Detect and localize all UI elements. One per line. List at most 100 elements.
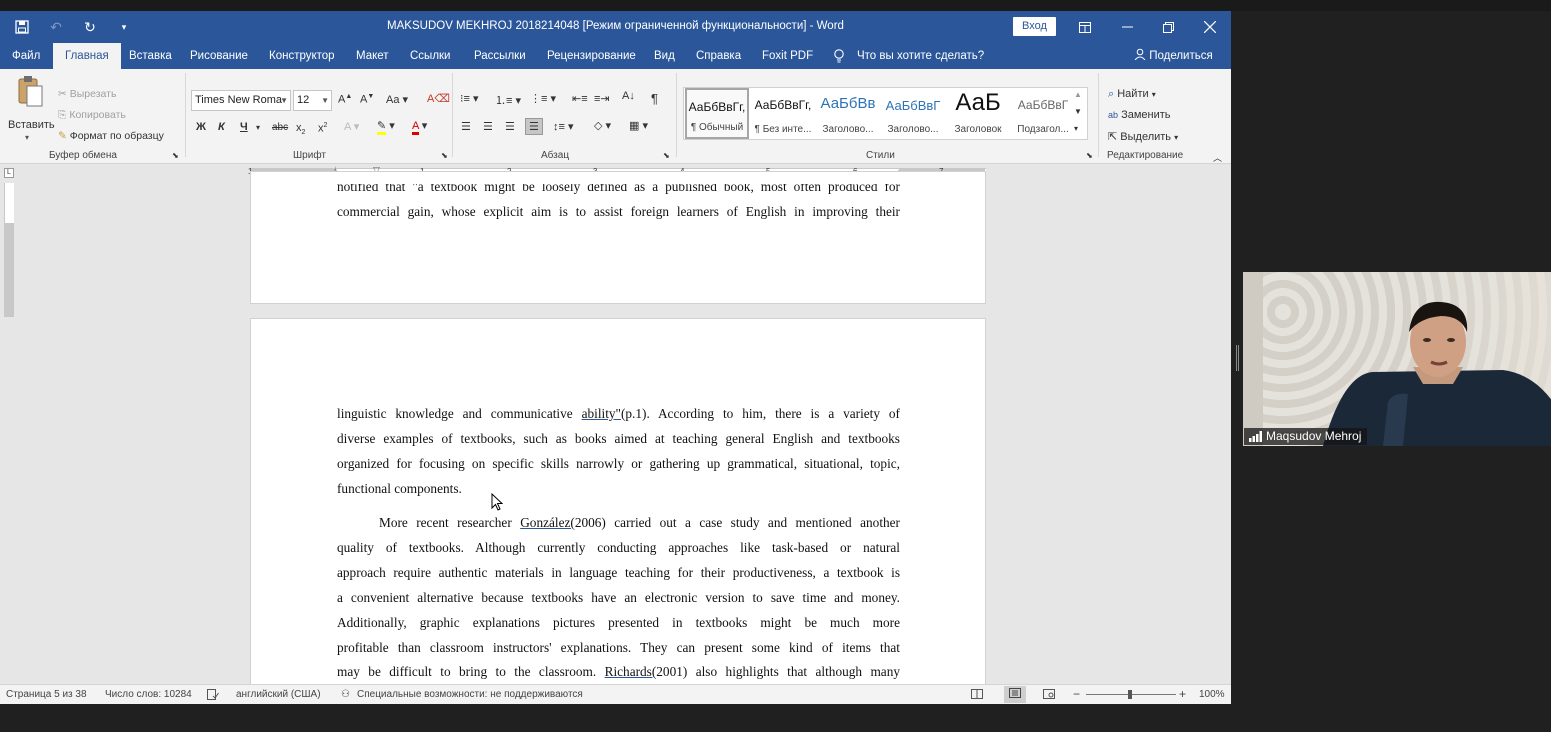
customize-qat-icon[interactable]: ▾ bbox=[114, 18, 134, 36]
italic-icon[interactable]: К bbox=[218, 121, 225, 133]
page-count[interactable]: Страница 5 из 38 bbox=[6, 689, 87, 700]
font-size-combo[interactable]: 12 ▼ bbox=[293, 90, 332, 111]
accessibility-status[interactable]: Специальные возможности: не поддерживают… bbox=[357, 689, 583, 700]
save-icon[interactable] bbox=[12, 18, 32, 36]
shrink-font-icon[interactable]: A▼ bbox=[360, 93, 374, 106]
decrease-indent-icon[interactable]: ⇤≡ bbox=[572, 92, 588, 105]
tab-home[interactable]: Главная bbox=[53, 43, 121, 69]
minimize-icon[interactable] bbox=[1106, 11, 1148, 43]
clear-formatting-icon[interactable]: A⌫ bbox=[427, 92, 450, 105]
underline-icon[interactable]: Ч bbox=[240, 121, 248, 133]
vertical-ruler[interactable] bbox=[4, 183, 14, 317]
paste-dropdown-icon[interactable]: ▾ bbox=[25, 133, 29, 142]
page-previous[interactable]: notified that "a textbook might be loose… bbox=[250, 171, 986, 304]
restore-icon[interactable] bbox=[1147, 11, 1189, 43]
format-painter-button[interactable]: ✎ Формат по образцу bbox=[58, 130, 164, 142]
superscript-icon[interactable]: x2 bbox=[318, 122, 327, 135]
multilevel-list-icon[interactable]: ⋮≡ ▾ bbox=[530, 92, 556, 105]
language[interactable]: английский (США) bbox=[236, 689, 321, 700]
grow-font-icon[interactable]: A▲ bbox=[338, 93, 352, 106]
font-color-icon[interactable]: A ▾ bbox=[412, 119, 427, 135]
strikethrough-icon[interactable]: abc bbox=[272, 122, 288, 133]
find-button[interactable]: ⌕ Найти ▾ bbox=[1108, 88, 1156, 101]
align-right-icon[interactable]: ☰ bbox=[505, 120, 515, 133]
spelling-flagged-word[interactable]: Richards( bbox=[605, 664, 657, 679]
video-tile[interactable]: Maqsudov Mehroj bbox=[1243, 272, 1551, 446]
styles-group-label: Стили bbox=[866, 150, 895, 161]
tab-help[interactable]: Справка bbox=[696, 43, 741, 69]
borders-icon[interactable]: ▦ ▾ bbox=[629, 119, 648, 132]
spelling-flagged-word[interactable]: González( bbox=[520, 515, 575, 530]
underline-dropdown-icon[interactable]: ▾ bbox=[256, 123, 260, 132]
tab-view[interactable]: Вид bbox=[654, 43, 675, 69]
style-subtitle[interactable]: АаБбВвГ Подзагол... bbox=[1011, 88, 1075, 139]
cut-button[interactable]: ✂ Вырезать bbox=[58, 88, 116, 100]
styles-more-icon[interactable]: ▾ bbox=[1074, 124, 1078, 133]
style-heading-2[interactable]: АаБбВвГ Заголово... bbox=[881, 88, 945, 139]
tab-insert[interactable]: Вставка bbox=[129, 43, 172, 69]
style-heading-1[interactable]: АаБбВв Заголово... bbox=[816, 88, 880, 139]
styles-scroll-down-icon[interactable]: ▼ bbox=[1074, 107, 1082, 116]
share-button[interactable]: Поделиться bbox=[1134, 43, 1213, 69]
tab-layout[interactable]: Макет bbox=[356, 43, 389, 69]
font-name-combo[interactable]: Times New Roma ▼ bbox=[191, 90, 291, 111]
read-mode-icon[interactable] bbox=[971, 689, 983, 702]
redo-icon[interactable]: ↻ bbox=[80, 18, 100, 36]
page-current[interactable]: linguistic knowledge and communicative a… bbox=[250, 318, 986, 698]
select-button[interactable]: ⇱ Выделить ▾ bbox=[1108, 130, 1178, 143]
paste-icon[interactable] bbox=[16, 75, 44, 109]
style-normal[interactable]: АаБбВвГг, ¶ Обычный bbox=[685, 88, 749, 139]
tab-review[interactable]: Рецензирование bbox=[547, 43, 636, 69]
paste-button[interactable]: Вставить bbox=[8, 119, 55, 131]
signin-button[interactable]: Вход bbox=[1013, 17, 1056, 36]
close-icon[interactable] bbox=[1189, 11, 1231, 43]
align-left-icon[interactable]: ☰ bbox=[461, 120, 471, 133]
change-case-icon[interactable]: Aa ▾ bbox=[386, 93, 408, 106]
bold-icon[interactable]: Ж bbox=[196, 121, 206, 133]
split-handle[interactable] bbox=[1236, 345, 1239, 371]
undo-icon[interactable]: ↶ bbox=[46, 18, 66, 36]
collapse-ribbon-icon[interactable]: ︿ bbox=[1213, 151, 1222, 164]
copy-button[interactable]: ⎘ Копировать bbox=[58, 109, 126, 122]
align-center-icon[interactable]: ☰ bbox=[483, 120, 493, 133]
replace-button[interactable]: ab Заменить bbox=[1108, 109, 1171, 121]
word-count[interactable]: Число слов: 10284 bbox=[105, 689, 192, 700]
web-layout-icon[interactable] bbox=[1043, 689, 1055, 702]
tab-mailings[interactable]: Рассылки bbox=[474, 43, 526, 69]
line-spacing-icon[interactable]: ↕≡ ▾ bbox=[553, 120, 574, 133]
show-marks-icon[interactable]: ¶ bbox=[651, 91, 658, 106]
font-launcher-icon[interactable]: ⬊ bbox=[441, 151, 448, 160]
tab-design[interactable]: Конструктор bbox=[269, 43, 335, 69]
styles-launcher-icon[interactable]: ⬊ bbox=[1086, 151, 1093, 160]
bullets-icon[interactable]: ⁝≡ ▾ bbox=[460, 92, 479, 105]
tell-me-search[interactable]: Что вы хотите сделать? bbox=[857, 43, 984, 69]
style-no-spacing[interactable]: АаБбВвГг, ¶ Без инте... bbox=[751, 88, 815, 139]
justify-icon[interactable]: ☰ bbox=[525, 118, 543, 135]
spelling-flagged-word[interactable]: ability" bbox=[582, 406, 621, 421]
chevron-down-icon: ▼ bbox=[321, 96, 329, 105]
zoom-slider-thumb[interactable] bbox=[1128, 690, 1132, 699]
styles-scroll-up-icon[interactable]: ▲ bbox=[1074, 90, 1082, 99]
tab-references[interactable]: Ссылки bbox=[410, 43, 451, 69]
highlight-icon[interactable]: ✎ ▾ bbox=[377, 119, 395, 135]
zoom-in-icon[interactable]: + bbox=[1179, 687, 1186, 701]
ribbon-display-icon[interactable] bbox=[1064, 11, 1106, 43]
text-effects-icon[interactable]: A ▾ bbox=[344, 120, 359, 133]
accessibility-icon[interactable]: ⚇ bbox=[341, 689, 350, 700]
zoom-level[interactable]: 100% bbox=[1199, 689, 1225, 700]
print-layout-icon[interactable] bbox=[1004, 686, 1026, 703]
tab-draw[interactable]: Рисование bbox=[190, 43, 248, 69]
style-title[interactable]: АаБ Заголовок bbox=[946, 88, 1010, 139]
tab-foxit-pdf[interactable]: Foxit PDF bbox=[762, 43, 813, 69]
clipboard-launcher-icon[interactable]: ⬊ bbox=[172, 151, 179, 160]
paragraph-launcher-icon[interactable]: ⬊ bbox=[663, 151, 670, 160]
numbering-icon[interactable]: ⒈≡ ▾ bbox=[495, 92, 521, 108]
increase-indent-icon[interactable]: ≡⇥ bbox=[594, 92, 610, 105]
tab-selector[interactable]: L bbox=[4, 168, 14, 178]
shading-icon[interactable]: ◇ ▾ bbox=[594, 119, 611, 132]
zoom-out-icon[interactable]: − bbox=[1073, 687, 1080, 701]
proofing-icon[interactable] bbox=[207, 689, 219, 703]
tab-file[interactable]: Файл bbox=[12, 43, 40, 69]
sort-icon[interactable]: A↓ bbox=[622, 90, 635, 102]
subscript-icon[interactable]: x2 bbox=[296, 122, 305, 136]
